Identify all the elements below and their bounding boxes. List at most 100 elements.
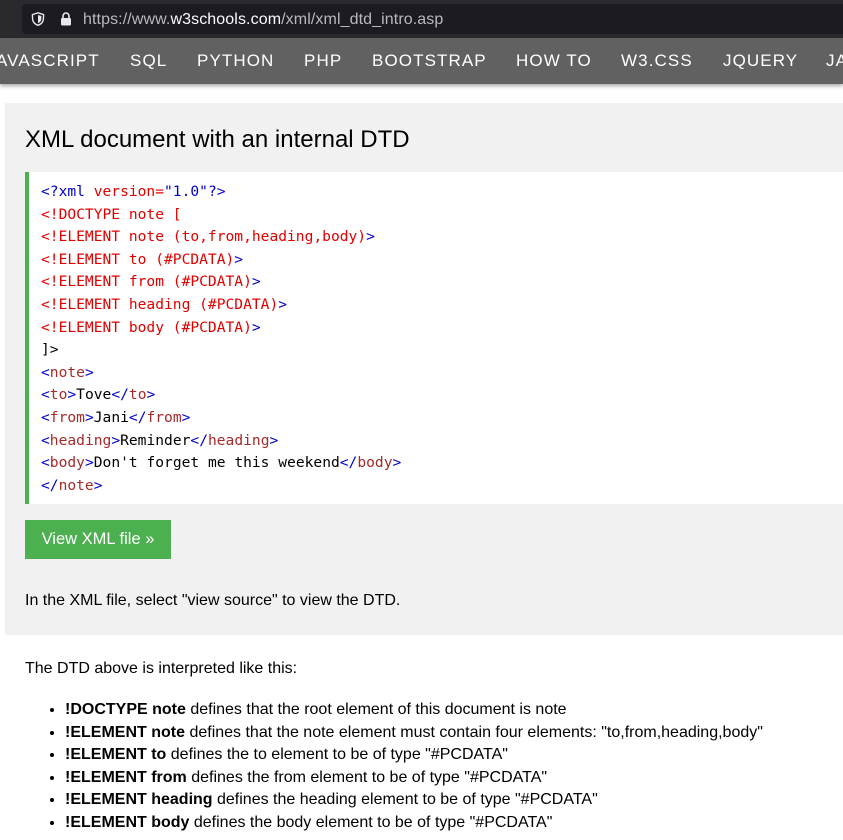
code-token: > [234,250,244,268]
example-title: XML document with an internal DTD [25,126,410,153]
code-token: Tove [76,386,112,404]
definition-term: !ELEMENT heading [65,791,213,809]
nav-python[interactable]: PYTHON [197,51,274,71]
code-token: to [49,386,68,404]
nav-javascript[interactable]: AVASCRIPT [0,51,100,71]
code-token: Jani [93,408,129,426]
code-line-9: <note> [41,362,843,385]
code-token: heading [207,431,270,449]
code-line-11: <from>Jani</from> [41,407,843,430]
code-line-5: <!ELEMENT from (#PCDATA)> [41,271,843,294]
code-token: > [366,228,375,246]
browser-toolbar: https://www.w3schools.com/xml/xml_dtd_in… [0,0,843,38]
code-line-2: <!DOCTYPE note [ [41,205,182,223]
nav-bootstrap[interactable]: BOOTSTRAP [372,51,487,71]
code-token: > [278,295,288,313]
url-text[interactable]: https://www.w3schools.com/xml/xml_dtd_in… [83,11,443,29]
tracking-protection-shield-icon[interactable] [31,12,45,26]
code-token: < [41,431,50,449]
code-token: </ [111,386,129,404]
code-token: < [41,454,50,472]
code-token: to [128,386,147,404]
code-token: > [93,476,103,494]
code-token: > [111,431,121,449]
code-line-13: <body>Don't forget me this weekend</body… [41,452,843,475]
code-token: <?xml [41,183,94,200]
nav-jquery[interactable]: JQUERY [723,51,798,71]
code-line-4: <!ELEMENT to (#PCDATA)> [41,249,843,272]
address-bar[interactable]: https://www.w3schools.com/xml/xml_dtd_in… [22,4,843,34]
code-token: > [84,454,94,472]
code-token: < [41,363,50,381]
nav-php[interactable]: PHP [304,51,342,71]
list-item: !ELEMENT body defines the body element t… [65,812,763,835]
definition-term: !DOCTYPE note [65,701,186,718]
code-token: > [251,273,261,291]
definition-desc: defines the heading element to be of typ… [212,791,598,809]
code-token: < [41,386,50,404]
definition-desc: defines that the note element must conta… [185,723,763,741]
code-example: <?xml version="1.0"?> <!DOCTYPE note [<!E… [25,172,843,504]
code-token: body [49,454,85,472]
code-token: </ [128,408,147,426]
url-prefix: https://www. [83,11,171,28]
list-item: !ELEMENT from defines the from element t… [65,767,763,790]
example-panel: XML document with an internal DTD <?xml … [5,103,843,635]
code-token: > [67,386,77,404]
code-token: <!ELEMENT to (#PCDATA) [41,250,235,268]
definition-term: !ELEMENT from [65,768,187,786]
code-token: > [84,363,94,381]
code-token: > [181,408,191,426]
definition-desc: defines the body element to be of type "… [189,813,553,831]
nav-w3css[interactable]: W3.CSS [621,51,693,71]
code-token: from [146,408,182,426]
code-token: < [41,408,50,426]
code-token: > [251,318,261,336]
dtd-intro-text: The DTD above is interpreted like this: [25,660,298,677]
dtd-definition-list: !DOCTYPE note defines that the root elem… [25,699,763,835]
list-item: !DOCTYPE note defines that the root elem… [65,699,763,722]
url-host: w3schools.com [170,11,282,28]
code-token: > [269,431,279,449]
definition-desc: defines the from element to be of type "… [186,768,548,786]
list-item: !ELEMENT to defines the to element to be… [65,744,763,767]
code-line-7: <!ELEMENT body (#PCDATA)> [41,317,843,340]
nav-how-to[interactable]: HOW TO [516,51,592,71]
code-token: from [49,408,85,426]
code-line-12: <heading>Reminder</heading> [41,430,843,453]
list-item: !ELEMENT heading defines the heading ele… [65,789,763,812]
url-path: /xml/xml_dtd_intro.asp [281,11,444,28]
code-token: Reminder [120,431,191,449]
code-token: </ [339,454,358,472]
definition-desc: defines that the root element of this do… [185,701,567,718]
code-line-8: ]> [41,341,59,359]
code-token: ?> [207,183,226,200]
code-token: <!ELEMENT heading (#PCDATA) [41,295,279,313]
code-token: note [49,363,85,381]
code-token: <!ELEMENT note (to,from,heading,body) [41,228,367,246]
code-token: note [58,476,94,494]
definition-term: !ELEMENT body [65,813,190,831]
definition-term: !ELEMENT note [65,723,185,741]
code-token: Don't forget me this weekend [93,454,340,472]
code-token: body [357,454,393,472]
code-line-6: <!ELEMENT heading (#PCDATA)> [41,294,843,317]
definition-term: !ELEMENT to [65,746,167,764]
lock-icon[interactable] [60,12,72,26]
code-line-10: <to>Tove</to> [41,384,843,407]
code-token: </ [190,431,208,449]
list-item: !ELEMENT note defines that the note elem… [65,722,763,745]
code-token: </ [41,476,59,494]
code-token: > [146,386,156,404]
code-line-14: </note> [41,475,843,498]
top-navigation: AVASCRIPT SQL PYTHON PHP BOOTSTRAP HOW T… [0,38,843,84]
nav-sql[interactable]: SQL [130,51,167,71]
view-source-note: In the XML file, select "view source" to… [25,592,401,609]
code-token: <!ELEMENT body (#PCDATA) [41,318,252,336]
definition-desc: defines the to element to be of type "#P… [166,746,508,764]
code-token: heading [49,431,112,449]
view-xml-file-button[interactable]: View XML file » [25,520,171,559]
code-token: <!ELEMENT from (#PCDATA) [41,273,252,291]
code-line-3: <!ELEMENT note (to,from,heading,body)> [41,226,843,249]
nav-java[interactable]: JA [826,51,843,71]
